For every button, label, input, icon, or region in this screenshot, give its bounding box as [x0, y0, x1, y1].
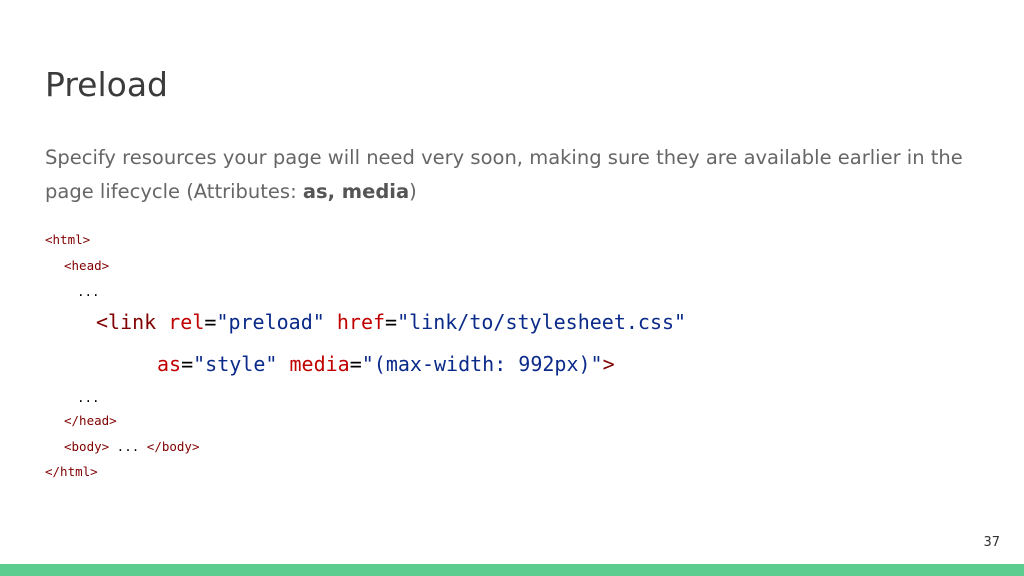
description-bold-attributes: as, media	[302, 180, 410, 203]
slide-title: Preload	[45, 65, 168, 104]
code-href-attr: href	[336, 310, 386, 334]
code-link-tag-open: <link	[96, 310, 157, 334]
code-line-link-2: as="style" media="(max-width: 992px)">	[157, 350, 615, 378]
code-ellipsis: ...	[77, 284, 100, 299]
slide: Preload Specify resources your page will…	[0, 0, 1024, 576]
code-html-close-tag: </html>	[45, 464, 98, 479]
code-rel-attr: rel	[168, 310, 205, 334]
slide-description: Specify resources your page will need ve…	[45, 141, 985, 209]
code-body-open-tag: <body>	[64, 439, 110, 454]
code-rel-value: "preload"	[216, 310, 325, 334]
code-as-attr: as	[157, 352, 182, 376]
code-equals: =	[204, 310, 217, 334]
code-body-ellipsis: ...	[109, 439, 147, 454]
code-equals: =	[349, 352, 362, 376]
code-media-value: "(max-width: 992px)"	[361, 352, 603, 376]
code-line-head-open: <head>	[64, 258, 109, 274]
code-line-link-1: <link rel="preload" href="link/to/styles…	[96, 308, 686, 336]
code-line-body: <body> ... </body>	[64, 439, 199, 455]
code-html-open-tag: <html>	[45, 232, 91, 247]
code-equals: =	[181, 352, 194, 376]
code-ellipsis: ...	[77, 390, 100, 405]
code-body-close-tag: </body>	[146, 439, 200, 454]
code-equals: =	[385, 310, 398, 334]
description-text: Specify resources your page will need ve…	[45, 146, 963, 203]
code-line-ellipsis-top: ...	[77, 284, 100, 300]
code-line-head-close: </head>	[64, 413, 117, 429]
code-head-close-tag: </head>	[64, 413, 117, 428]
footer-accent-bar	[0, 564, 1024, 576]
page-number: 37	[983, 535, 1000, 550]
code-head-open-tag: <head>	[64, 258, 110, 273]
description-closing: )	[409, 180, 417, 203]
code-href-value: "link/to/stylesheet.css"	[397, 310, 687, 334]
code-media-attr: media	[289, 352, 350, 376]
code-link-tag-close: >	[602, 352, 615, 376]
code-line-html-close: </html>	[45, 464, 98, 480]
code-line-html-open: <html>	[45, 232, 90, 248]
code-as-value: "style"	[193, 352, 278, 376]
code-line-ellipsis-bottom: ...	[77, 390, 100, 406]
